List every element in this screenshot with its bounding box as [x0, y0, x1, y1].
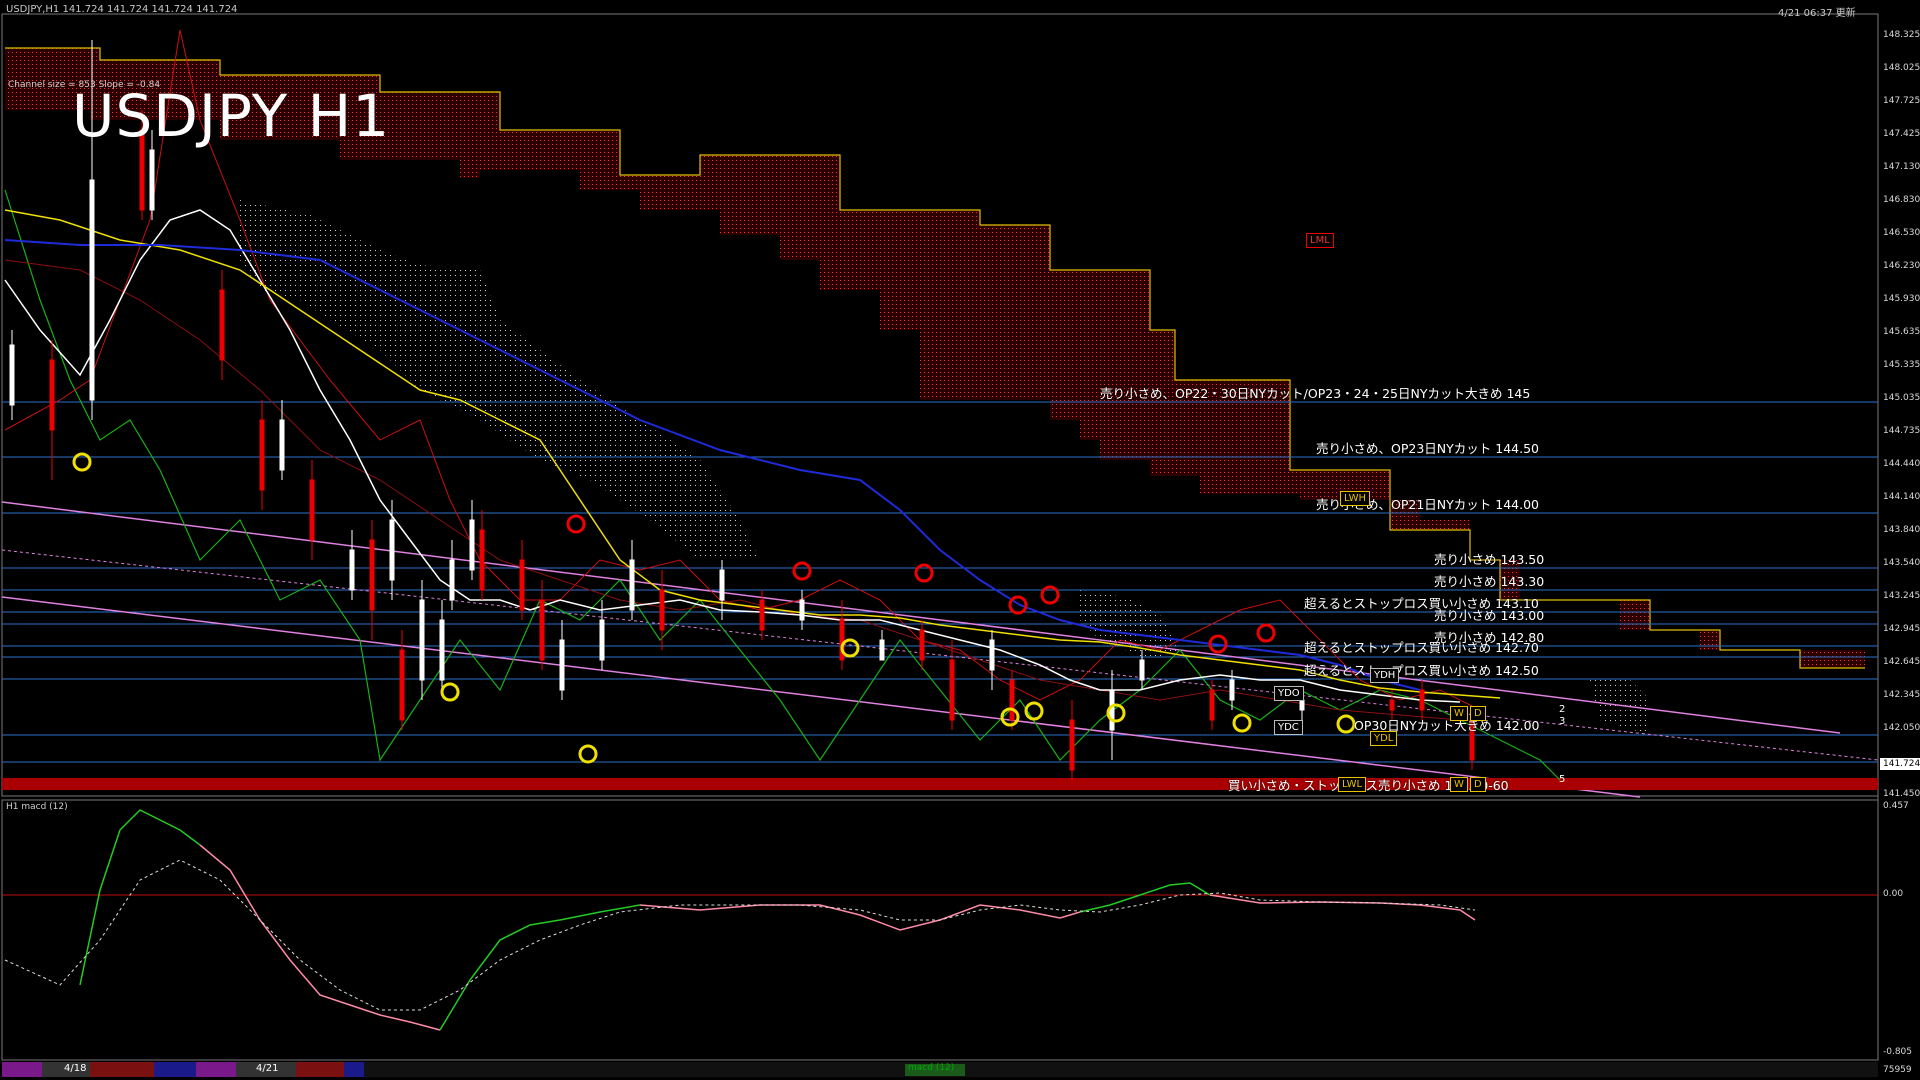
axis-label: 143.840	[1883, 525, 1920, 535]
axis-label: 144.140	[1883, 492, 1920, 502]
axis-label: 147.425	[1883, 129, 1920, 139]
macd-main-pink-2	[639, 904, 1081, 931]
macd-main-pink-3	[1209, 894, 1476, 921]
axis-label: 142.945	[1883, 624, 1920, 634]
axis-label: 147.725	[1883, 96, 1920, 106]
axis-label: 146.530	[1883, 228, 1920, 238]
price-chart[interactable]	[0, 0, 1920, 1080]
macd-axis-top: 0.457	[1883, 801, 1909, 811]
axis-label: 145.335	[1883, 360, 1920, 370]
date-label-4-18: 4/18	[64, 1063, 87, 1074]
symbol-info: USDJPY,H1 141.724 141.724 141.724 141.72…	[6, 4, 238, 15]
channel-lines	[1, 501, 1879, 798]
macd-main-green	[79, 809, 201, 986]
tag-lml: LML	[1306, 233, 1334, 248]
axis-label: 148.025	[1883, 63, 1920, 73]
axis-label: 146.830	[1883, 195, 1920, 205]
macd-axis-bottom: -0.805	[1883, 1047, 1913, 1057]
macd-main-green-2	[439, 904, 641, 1031]
axis-label: 143.540	[1883, 558, 1920, 568]
tag-num-5: 5	[1559, 774, 1566, 785]
chart-title: USDJPY H1	[72, 82, 391, 150]
date-label-4-21: 4/21	[256, 1063, 279, 1074]
level-label-143-30: 売り小さめ 143.30	[1434, 574, 1545, 589]
axis-label: 141.450	[1883, 789, 1920, 799]
tag-ydc: YDC	[1274, 720, 1303, 735]
axis-label: 145.930	[1883, 294, 1920, 304]
tag-ydl: YDL	[1370, 731, 1398, 746]
level-label-142-50: 超えるとストップロス買い小さめ 142.50	[1304, 663, 1539, 678]
tag-ydo: YDO	[1274, 686, 1304, 701]
tag-w-lower: W	[1450, 777, 1468, 792]
macd-main-pink	[199, 844, 441, 1031]
ichimoku-cloud-white	[240, 200, 760, 560]
trading-terminal: USDJPY,H1 141.724 141.724 141.724 141.72…	[0, 0, 1920, 1080]
axis-label: 144.735	[1883, 426, 1920, 436]
macd-main-green-3	[1079, 882, 1211, 913]
level-label-143-00: 売り小さめ 143.00	[1434, 608, 1545, 623]
macd-frame	[1, 799, 1879, 1061]
macd-title: H1 macd (12)	[6, 802, 68, 812]
level-label-143-50: 売り小さめ 143.50	[1434, 552, 1545, 567]
update-time: 4/21 06:37 更新	[1778, 8, 1856, 19]
level-label-144-50: 売り小さめ、OP23日NYカット 144.50	[1316, 441, 1539, 456]
axis-label: 144.440	[1883, 459, 1920, 469]
current-price-band	[2, 778, 1878, 790]
axis-label: 148.325	[1883, 30, 1920, 40]
tag-lwh: LWH	[1340, 491, 1371, 506]
tag-ydh: YDH	[1370, 668, 1400, 683]
macd-signal-dotted	[4, 859, 1476, 1011]
tag-d-lower: D	[1470, 777, 1486, 792]
current-price-label: 141.724	[1880, 758, 1920, 770]
macd-axis-zero: 0.00	[1883, 889, 1904, 899]
axis-label: 142.345	[1883, 690, 1920, 700]
tag-w-upper: W	[1450, 706, 1468, 721]
axis-label: 147.130	[1883, 162, 1920, 172]
tag-num-3: 3	[1559, 716, 1566, 727]
macd-footer-value: 75959	[1883, 1065, 1912, 1075]
level-label-142-70: 超えるとストップロス買い小さめ 142.70	[1304, 640, 1539, 655]
axis-label: 142.050	[1883, 723, 1920, 733]
axis-label: 145.635	[1883, 327, 1920, 337]
axis-label: 146.230	[1883, 261, 1920, 271]
axis-label: 143.245	[1883, 591, 1920, 601]
tag-d-upper: D	[1470, 706, 1486, 721]
indicator-tab[interactable]: macd (12)	[908, 1063, 954, 1073]
axis-label: 142.645	[1883, 657, 1920, 667]
tag-lwl: LWL	[1338, 777, 1367, 792]
axis-label: 145.035	[1883, 393, 1920, 403]
level-label-145: 売り小さめ、OP22・30日NYカット/OP23・24・25日NYカット大きめ …	[1100, 386, 1531, 401]
